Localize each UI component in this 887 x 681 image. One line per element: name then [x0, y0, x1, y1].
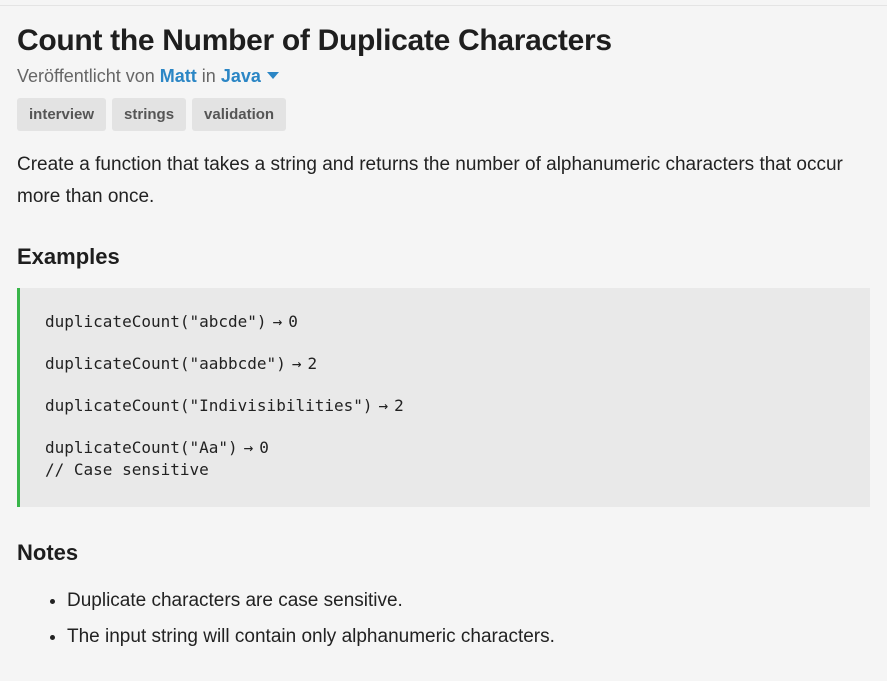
language-label: Java [220, 66, 261, 86]
challenge-meta: Veröffentlicht von Matt in Java [17, 65, 870, 87]
top-divider [0, 0, 887, 6]
tag-validation[interactable]: validation [192, 98, 287, 131]
examples-code-block: duplicateCount("abcde") → 0 duplicateCount… [17, 288, 870, 507]
arrow-icon: → [243, 438, 254, 457]
tag-interview[interactable]: interview [17, 98, 107, 131]
page-title: Count the Number of Duplicate Characters [17, 24, 612, 57]
example-result: 2 [394, 396, 404, 415]
example-result: 0 [259, 438, 269, 457]
example-call: duplicateCount("aabbcde") [45, 354, 286, 373]
examples-heading: Examples [17, 244, 120, 269]
notes-heading: Notes [17, 540, 79, 565]
example-line: duplicateCount("Indivisibilities") → 2 [45, 395, 870, 417]
tag-list: interview strings validation [17, 98, 870, 131]
list-item: The input string will contain only alpha… [67, 626, 870, 648]
arrow-icon: → [378, 396, 389, 415]
example-line: duplicateCount("aabbcde") → 2 [45, 353, 870, 375]
example-result: 2 [307, 354, 318, 373]
tag-strings[interactable]: strings [112, 98, 187, 131]
author-link[interactable]: Matt [160, 66, 197, 86]
notes-list: Duplicate characters are case sensitive.… [17, 590, 870, 648]
language-dropdown[interactable]: Java [221, 66, 279, 86]
list-item: Duplicate characters are case sensitive. [67, 590, 870, 612]
in-label: in [201, 66, 216, 86]
example-line: duplicateCount("Aa") → 0 // Case sensitive [45, 437, 870, 481]
challenge-content: Count the Number of Duplicate Characters… [0, 24, 887, 648]
example-call: duplicateCount("abcde") [45, 312, 267, 331]
challenge-description: Create a function that takes a string an… [17, 154, 843, 207]
published-by-label: Veröffentlicht von [17, 66, 155, 86]
arrow-icon: → [291, 354, 302, 373]
caret-down-icon [266, 71, 279, 79]
arrow-icon: → [272, 312, 283, 331]
example-call: duplicateCount("Aa") [45, 438, 238, 457]
example-result: 0 [288, 312, 298, 331]
example-line: duplicateCount("abcde") → 0 [45, 311, 870, 333]
example-call: duplicateCount("Indivisibilities") [45, 396, 373, 415]
example-comment: // Case sensitive [45, 460, 209, 479]
